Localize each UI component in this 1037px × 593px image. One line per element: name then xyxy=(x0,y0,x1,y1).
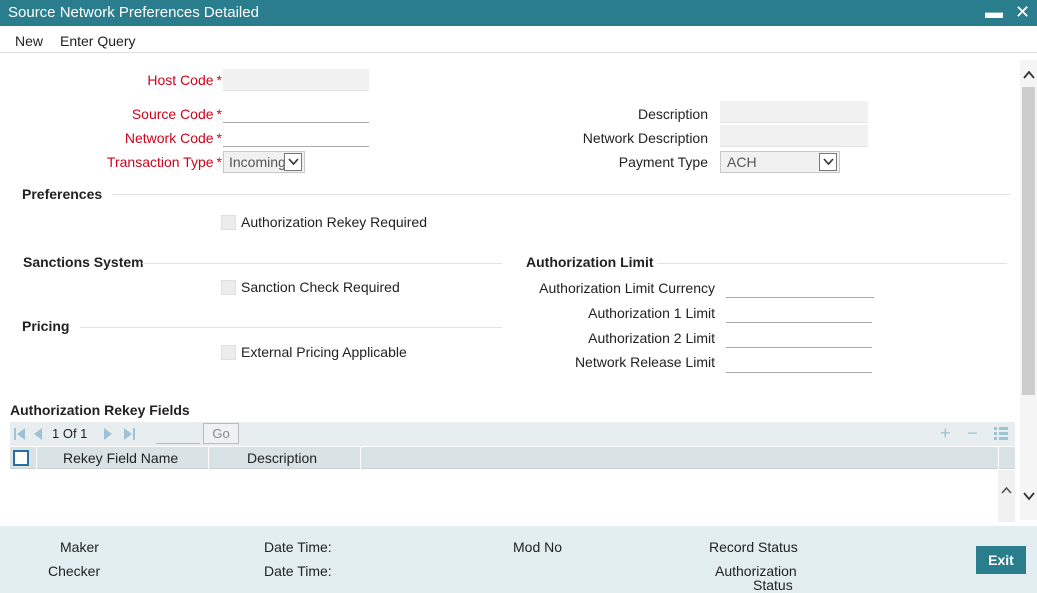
select-all-checkbox[interactable] xyxy=(13,450,29,466)
auth-rekey-checkbox[interactable] xyxy=(221,215,236,230)
divider xyxy=(657,263,1007,264)
main-form: Host Code * Source Code * Network Code * Tr… xyxy=(2,54,1020,522)
window-title: Source Network Preferences Detailed xyxy=(8,4,259,21)
maker-date-time-label: Date Time: xyxy=(264,539,332,555)
payment-type-value: ACH xyxy=(727,154,757,170)
first-page-icon[interactable] xyxy=(14,428,26,440)
chevron-up-icon[interactable] xyxy=(1001,486,1012,494)
source-code-field[interactable] xyxy=(223,101,369,123)
column-separator xyxy=(36,447,37,469)
auth-limit-heading: Authorization Limit xyxy=(526,254,654,270)
transaction-type-value: Incoming xyxy=(229,154,286,170)
description-field[interactable] xyxy=(720,101,868,123)
chevron-down-icon[interactable] xyxy=(819,153,837,171)
page-indicator: 1 Of 1 xyxy=(52,426,88,441)
previous-page-icon[interactable] xyxy=(33,428,43,440)
source-code-label: Source Code * xyxy=(131,106,222,122)
delete-row-icon[interactable]: − xyxy=(967,423,978,444)
network-code-label: Network Code * xyxy=(124,130,222,146)
go-button[interactable]: Go xyxy=(203,423,239,444)
network-release-limit-field[interactable] xyxy=(726,351,872,373)
column-separator xyxy=(998,447,999,469)
transaction-type-label: Transaction Type * xyxy=(106,154,222,170)
network-description-field[interactable] xyxy=(720,125,868,147)
grid-header: Rekey Field Name Description xyxy=(10,447,1015,469)
network-code-field[interactable] xyxy=(223,125,369,147)
description-label: Description xyxy=(637,106,708,122)
minimize-icon[interactable]: ▬ xyxy=(985,1,1003,23)
chevron-down-icon[interactable] xyxy=(1023,492,1035,501)
auth-rekey-label: Authorization Rekey Required xyxy=(241,214,427,230)
auth-limit-currency-label: Authorization Limit Currency xyxy=(539,280,715,296)
sanctions-heading: Sanctions System xyxy=(23,254,144,270)
divider xyxy=(142,263,502,264)
auth-2-limit-field[interactable] xyxy=(726,326,872,348)
network-description-label: Network Description xyxy=(582,130,708,146)
window-titlebar: Source Network Preferences Detailed ▬ ✕ xyxy=(0,0,1037,26)
payment-type-select[interactable]: ACH xyxy=(720,151,840,173)
chevron-up-icon[interactable] xyxy=(1023,70,1035,79)
auth-limit-currency-field[interactable] xyxy=(726,276,874,298)
auth-2-limit-label: Authorization 2 Limit xyxy=(588,330,715,346)
divider xyxy=(112,194,1010,195)
list-view-icon[interactable] xyxy=(994,427,1008,440)
column-separator xyxy=(360,447,361,469)
transaction-type-select[interactable]: Incoming xyxy=(223,151,305,173)
network-release-limit-label: Network Release Limit xyxy=(574,354,715,370)
column-description[interactable]: Description xyxy=(247,450,317,466)
checker-date-time-label: Date Time: xyxy=(264,563,332,579)
next-page-icon[interactable] xyxy=(103,428,113,440)
divider xyxy=(80,327,502,328)
payment-type-label: Payment Type xyxy=(618,154,708,170)
grid-toolbar: 1 Of 1 Go + − xyxy=(10,422,1015,446)
external-pricing-checkbox[interactable] xyxy=(221,345,236,360)
authorization-status-label-line2: Status xyxy=(753,577,793,593)
sanction-check-label: Sanction Check Required xyxy=(241,279,400,295)
chevron-down-icon[interactable] xyxy=(284,153,302,171)
checker-label: Checker xyxy=(48,563,101,579)
grid-scrollbar[interactable] xyxy=(998,470,1015,522)
auth-1-limit-field[interactable] xyxy=(726,301,872,323)
scrollbar-thumb[interactable] xyxy=(1022,87,1035,395)
menu-new[interactable]: New xyxy=(15,33,43,49)
mod-no-label: Mod No xyxy=(513,539,563,555)
audit-footer: Maker Checker Date Time: Date Time: Mod … xyxy=(0,526,1037,593)
record-status-label: Record Status xyxy=(709,539,798,555)
rekey-fields-heading: Authorization Rekey Fields xyxy=(10,402,190,418)
page-input[interactable] xyxy=(156,424,200,444)
host-code-label: Host Code * xyxy=(147,72,222,88)
pricing-heading: Pricing xyxy=(22,318,70,334)
column-separator xyxy=(208,447,209,469)
maker-label: Maker xyxy=(60,539,99,555)
exit-button[interactable]: Exit xyxy=(976,546,1026,574)
external-pricing-label: External Pricing Applicable xyxy=(241,344,407,360)
column-rekey-field-name[interactable]: Rekey Field Name xyxy=(63,450,178,466)
preferences-heading: Preferences xyxy=(22,186,103,202)
main-scrollbar[interactable] xyxy=(1020,60,1037,520)
last-page-icon[interactable] xyxy=(123,428,135,440)
menu-bar: New Enter Query xyxy=(0,26,1037,53)
close-icon[interactable]: ✕ xyxy=(1015,1,1030,23)
auth-1-limit-label: Authorization 1 Limit xyxy=(588,305,715,321)
add-row-icon[interactable]: + xyxy=(940,423,951,444)
menu-enter-query[interactable]: Enter Query xyxy=(60,33,135,49)
sanction-check-checkbox[interactable] xyxy=(221,280,236,295)
host-code-field[interactable] xyxy=(223,69,369,91)
